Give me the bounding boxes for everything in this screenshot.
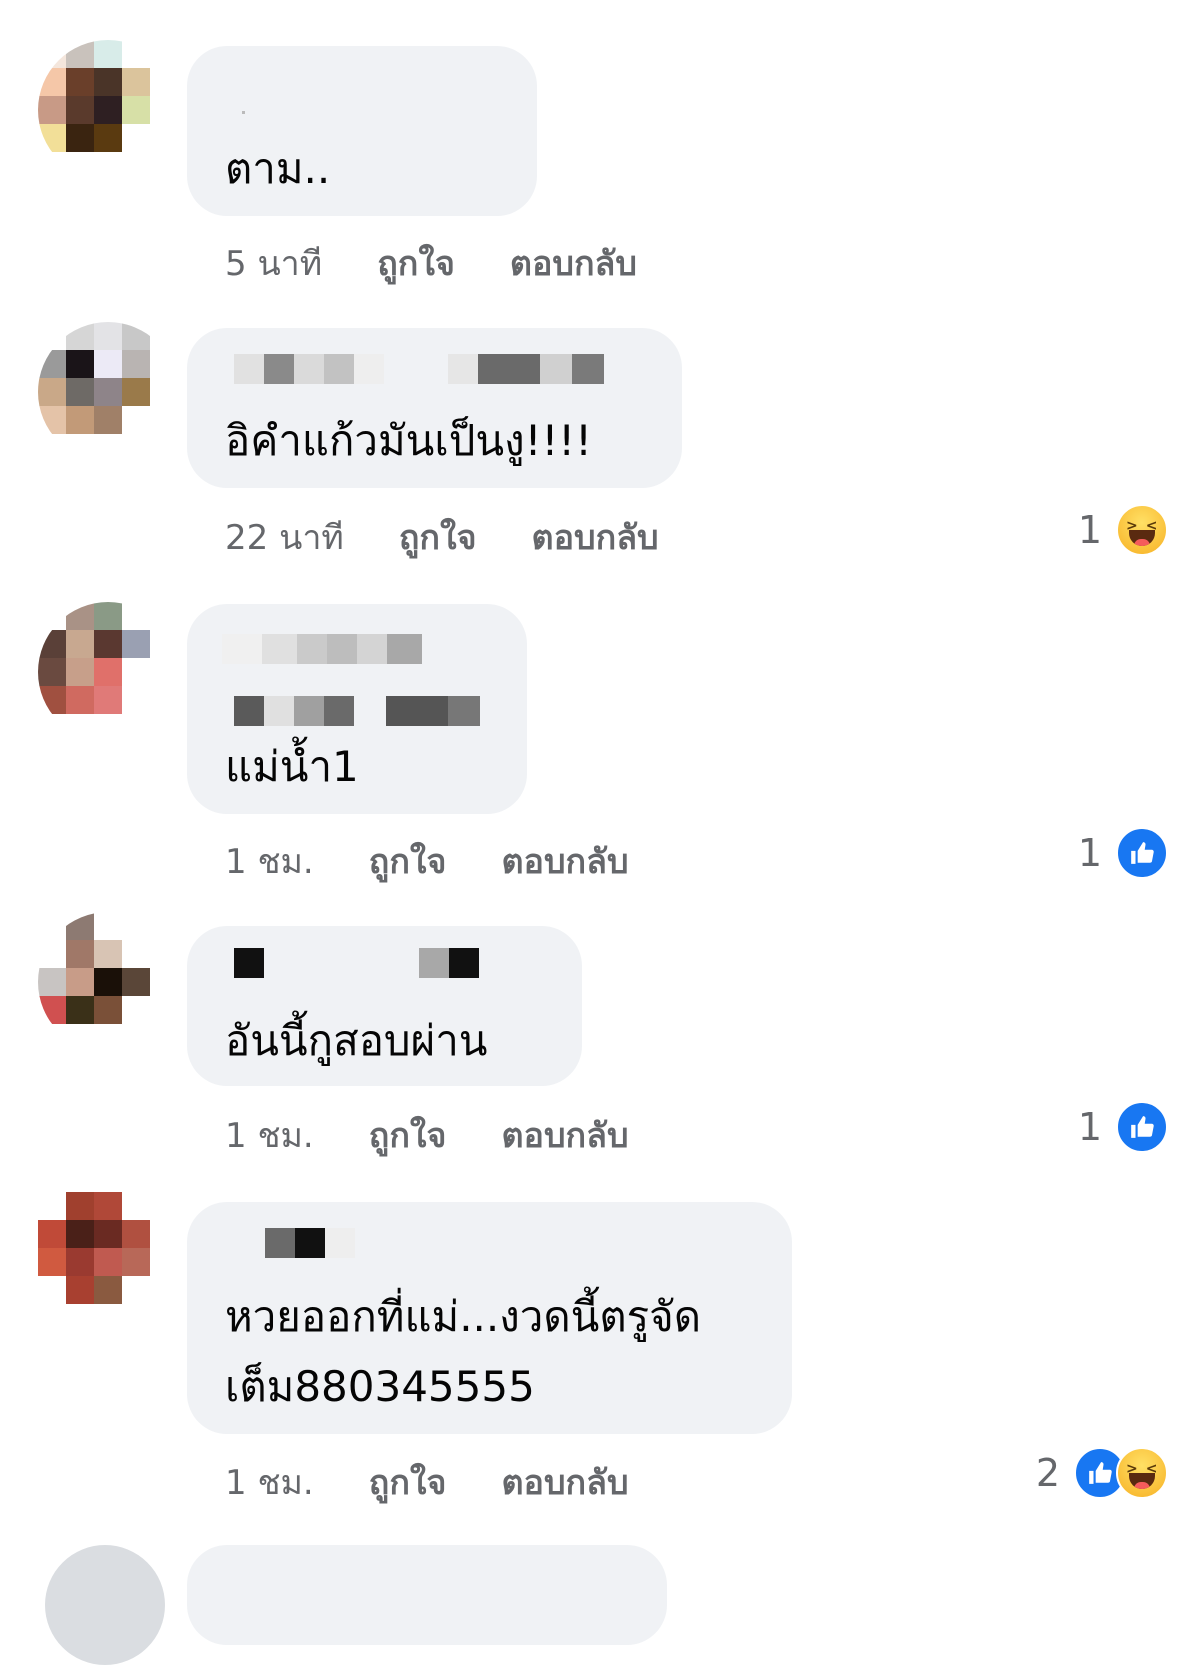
comment-text: อิคำแก้วมันเป็นงู!!!! xyxy=(225,416,592,465)
reply-button[interactable]: ตอบกลับ xyxy=(532,510,659,564)
comment-bubble: อันนี้กูสอบผ่าน xyxy=(187,926,582,1086)
author-name-blurred[interactable] xyxy=(234,354,604,384)
comment-bubble: หวยออกที่แม่...งวดนี้ตรูจัด เต็ม88034555… xyxy=(187,1202,792,1434)
like-button[interactable]: ถูกใจ xyxy=(369,1108,447,1162)
avatar[interactable] xyxy=(38,602,178,742)
reaction-summary[interactable]: 2 >< xyxy=(1035,1447,1168,1499)
comment-bubble: อิคำแก้วมันเป็นงู!!!! xyxy=(187,328,682,488)
like-button[interactable]: ถูกใจ xyxy=(399,510,477,564)
reaction-count: 1 xyxy=(1077,831,1102,875)
author-name-blurred[interactable] xyxy=(234,696,480,726)
comment-timestamp[interactable]: 5 นาที xyxy=(225,236,322,290)
like-button[interactable]: ถูกใจ xyxy=(377,236,455,290)
like-icon xyxy=(1116,827,1168,879)
comment-actions: 5 นาที ถูกใจ ตอบกลับ xyxy=(225,236,637,290)
reply-button[interactable]: ตอบกลับ xyxy=(501,1455,628,1509)
author-name-blurred[interactable] xyxy=(242,86,245,116)
reaction-count: 2 xyxy=(1035,1451,1060,1495)
comment-actions: 1 ชม. ถูกใจ ตอบกลับ xyxy=(225,1108,629,1162)
reaction-count: 1 xyxy=(1077,508,1102,552)
reply-button[interactable]: ตอบกลับ xyxy=(501,834,628,888)
reaction-summary[interactable]: 1 xyxy=(1077,827,1168,879)
comment-text: แม่น้ำ1 xyxy=(225,742,359,791)
reaction-count: 1 xyxy=(1077,1105,1102,1149)
next-comment-avatar[interactable] xyxy=(45,1545,165,1665)
comment-text: หวยออกที่แม่...งวดนี้ตรูจัด เต็ม88034555… xyxy=(225,1292,702,1411)
like-icon xyxy=(1116,1101,1168,1153)
reaction-summary[interactable]: 1 >< xyxy=(1077,504,1168,556)
comment-timestamp[interactable]: 1 ชม. xyxy=(225,834,314,888)
comment-timestamp[interactable]: 22 นาที xyxy=(225,510,344,564)
comment-bubble: ตาม.. xyxy=(187,46,537,216)
comment-text: ตาม.. xyxy=(225,144,331,193)
haha-icon: >< xyxy=(1116,504,1168,556)
comment-timestamp[interactable]: 1 ชม. xyxy=(225,1108,314,1162)
avatar[interactable] xyxy=(38,40,178,180)
avatar[interactable] xyxy=(38,322,178,462)
comment-timestamp[interactable]: 1 ชม. xyxy=(225,1455,314,1509)
comment-actions: 1 ชม. ถูกใจ ตอบกลับ xyxy=(225,1455,629,1509)
comment-actions: 1 ชม. ถูกใจ ตอบกลับ xyxy=(225,834,629,888)
author-name-blurred[interactable] xyxy=(265,1228,355,1258)
comment-text: อันนี้กูสอบผ่าน xyxy=(225,1016,488,1065)
author-name-blurred[interactable] xyxy=(234,948,479,978)
reaction-summary[interactable]: 1 xyxy=(1077,1101,1168,1153)
next-comment-bubble xyxy=(187,1545,667,1645)
haha-icon: >< xyxy=(1116,1447,1168,1499)
reply-button[interactable]: ตอบกลับ xyxy=(501,1108,628,1162)
comment-bubble: แม่น้ำ1 xyxy=(187,604,527,814)
reply-button[interactable]: ตอบกลับ xyxy=(510,236,637,290)
like-button[interactable]: ถูกใจ xyxy=(369,1455,447,1509)
like-button[interactable]: ถูกใจ xyxy=(369,834,447,888)
comment-actions: 22 นาที ถูกใจ ตอบกลับ xyxy=(225,510,659,564)
avatar[interactable] xyxy=(38,1192,178,1332)
author-name-blurred[interactable] xyxy=(222,634,422,664)
avatar[interactable] xyxy=(38,912,178,1052)
